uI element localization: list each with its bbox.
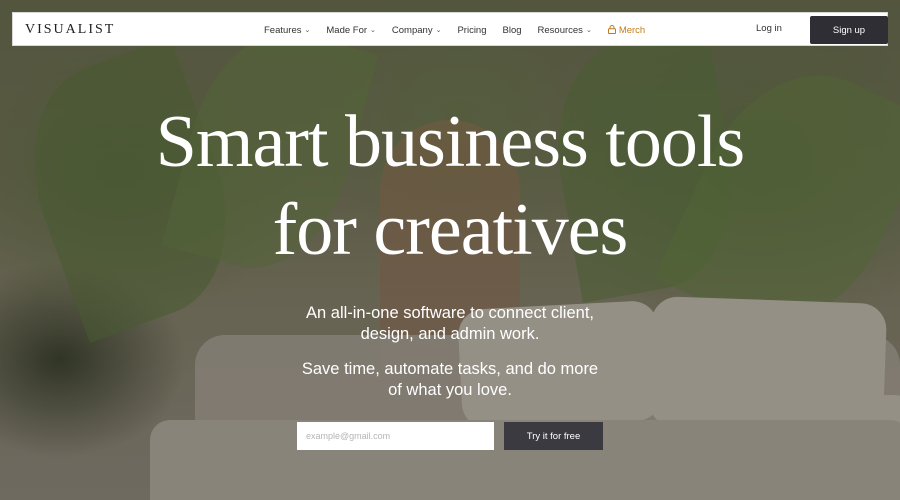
try-free-button[interactable]: Try it for free: [504, 422, 603, 450]
nav-item-label: Made For: [326, 24, 368, 36]
nav-menu: Features ⌄ Made For ⌄ Company ⌄ Pricing …: [264, 13, 661, 47]
logo[interactable]: VISUALIST: [25, 22, 115, 38]
chevron-down-icon: ⌄: [304, 27, 311, 34]
nav-item-pricing[interactable]: Pricing: [457, 25, 486, 36]
nav-item-label: Resources: [537, 24, 583, 36]
lock-icon: [607, 24, 616, 36]
nav-item-features[interactable]: Features ⌄: [264, 25, 310, 36]
chevron-down-icon: ⌄: [370, 27, 376, 34]
nav-item-label: Features: [264, 24, 302, 36]
hero-headline: Smart business tools for creatives: [0, 98, 900, 274]
subtitle-line: design, and admin work.: [360, 325, 540, 343]
nav-item-merch[interactable]: Merch: [607, 24, 646, 36]
hero-subtitle-1: An all-in-one software to connect client…: [0, 303, 900, 345]
headline-line: for creatives: [272, 189, 629, 271]
nav-item-label: Pricing: [457, 24, 487, 36]
nav-item-made-for[interactable]: Made For ⌄: [326, 25, 376, 36]
email-input[interactable]: [297, 422, 494, 450]
top-navigation: VISUALIST Features ⌄ Made For ⌄ Company …: [12, 12, 888, 46]
nav-item-blog[interactable]: Blog: [503, 25, 522, 36]
chevron-down-icon: ⌄: [435, 27, 442, 34]
headline-line: Smart business tools: [155, 101, 745, 183]
subtitle-line: of what you love.: [388, 381, 512, 399]
subtitle-line: An all-in-one software to connect client…: [306, 304, 594, 322]
subtitle-line: Save time, automate tasks, and do more: [301, 360, 599, 378]
login-link[interactable]: Log in: [756, 23, 782, 34]
signup-button[interactable]: Sign up: [810, 16, 888, 44]
chevron-down-icon: ⌄: [585, 27, 592, 34]
nav-item-company[interactable]: Company ⌄: [392, 25, 442, 36]
nav-item-label: Company: [391, 24, 433, 36]
hero-subtitle-2: Save time, automate tasks, and do more o…: [0, 359, 900, 401]
nav-item-resources[interactable]: Resources ⌄: [538, 25, 592, 36]
nav-item-label: Merch: [618, 24, 646, 36]
nav-item-label: Blog: [502, 24, 522, 36]
